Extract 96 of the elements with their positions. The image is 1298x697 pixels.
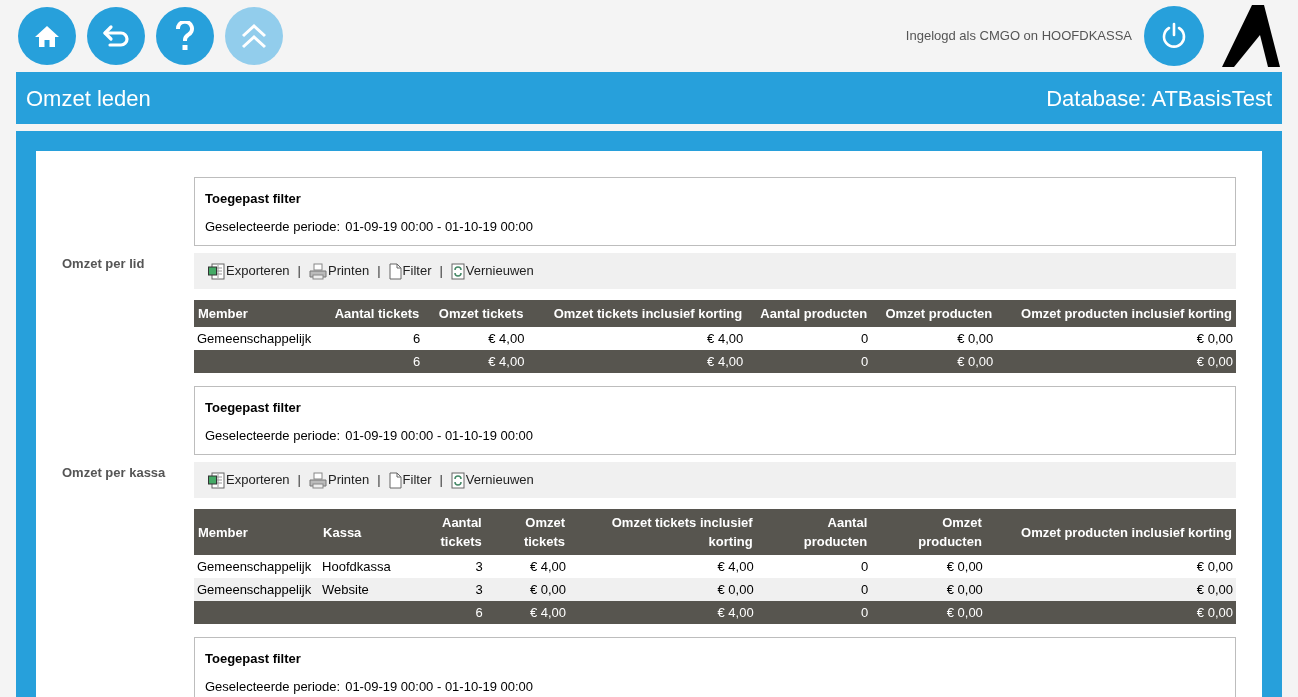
separator: | bbox=[297, 471, 301, 490]
table-cell: 0 bbox=[746, 327, 872, 350]
period-value: 01-09-19 00:00 - 01-10-19 00:00 bbox=[345, 677, 534, 696]
table-cell: 3 bbox=[423, 555, 486, 578]
section-label: Omzet per lid bbox=[62, 255, 146, 273]
table-cell: € 0,00 bbox=[871, 327, 997, 350]
column-header: Omzet tickets inclusief korting bbox=[569, 509, 757, 555]
table-cell: 0 bbox=[756, 555, 872, 578]
total-cell: 6 bbox=[329, 350, 424, 373]
total-cell: € 0,00 bbox=[996, 350, 1236, 373]
separator: | bbox=[439, 471, 443, 490]
total-cell: € 4,00 bbox=[485, 601, 570, 624]
table-cell: € 0,00 bbox=[485, 578, 570, 601]
table-cell: 6 bbox=[329, 327, 424, 350]
column-header: Omzet tickets bbox=[485, 509, 570, 555]
filter-title: Toegepast filter bbox=[205, 399, 302, 417]
table-cell: € 0,00 bbox=[985, 555, 1236, 578]
period-label: Geselecteerde periode: bbox=[205, 677, 341, 696]
login-status: Ingelogd als CMGO on HOOFDKASSA bbox=[905, 27, 1132, 46]
total-cell: € 0,00 bbox=[871, 350, 997, 373]
table-cell: Hoofdkassa bbox=[319, 555, 424, 578]
table-cell: € 0,00 bbox=[569, 578, 757, 601]
power-icon bbox=[1160, 22, 1188, 50]
toolbar-link[interactable]: Vernieuwen bbox=[450, 261, 534, 281]
table-cell: Gemeenschappelijk bbox=[194, 578, 320, 601]
toolbar-link[interactable]: Filter bbox=[388, 261, 432, 281]
column-header: Member bbox=[194, 300, 330, 327]
column-header: Aantal producten bbox=[746, 300, 872, 327]
spreadsheet-icon bbox=[208, 471, 225, 489]
page-icon bbox=[388, 262, 402, 280]
logo-icon bbox=[1222, 5, 1280, 67]
total-cell: € 4,00 bbox=[569, 601, 757, 624]
column-header: Omzet tickets bbox=[423, 300, 528, 327]
separator: | bbox=[377, 262, 381, 281]
column-header: Kassa bbox=[319, 509, 424, 555]
refresh-page-icon bbox=[450, 262, 465, 280]
column-header: Member bbox=[194, 509, 320, 555]
table-cell: Gemeenschappelijk bbox=[194, 327, 330, 350]
section-label: Omzet per kassa bbox=[62, 464, 167, 482]
page-icon bbox=[388, 471, 402, 489]
refresh-page-icon bbox=[450, 471, 465, 489]
page-title: Omzet leden bbox=[26, 84, 151, 113]
home-icon bbox=[34, 24, 60, 48]
nav-button[interactable] bbox=[156, 7, 214, 65]
period-label: Geselecteerde periode: bbox=[205, 426, 341, 445]
table-cell: € 4,00 bbox=[527, 327, 747, 350]
table-cell: € 4,00 bbox=[569, 555, 757, 578]
column-header: Omzet tickets inclusief korting bbox=[527, 300, 747, 327]
filter-title: Toegepast filter bbox=[205, 650, 302, 668]
toolbar-link[interactable]: Filter bbox=[388, 470, 432, 490]
toolbar-link[interactable]: Printen bbox=[309, 470, 370, 490]
column-header: Aantal tickets bbox=[329, 300, 424, 327]
separator: | bbox=[439, 262, 443, 281]
double-chevron-up-icon bbox=[240, 23, 268, 49]
table-cell: € 0,00 bbox=[871, 555, 986, 578]
column-header: Omzet producten bbox=[871, 300, 997, 327]
period-value: 01-09-19 00:00 - 01-10-19 00:00 bbox=[345, 426, 534, 445]
separator: | bbox=[297, 262, 301, 281]
table-cell: € 0,00 bbox=[871, 578, 986, 601]
filter-title: Toegepast filter bbox=[205, 190, 302, 208]
total-cell: 0 bbox=[756, 601, 872, 624]
nav-button[interactable] bbox=[18, 7, 76, 65]
total-cell: € 4,00 bbox=[423, 350, 528, 373]
total-cell: € 0,00 bbox=[871, 601, 986, 624]
help-icon bbox=[175, 21, 195, 51]
table-cell: 3 bbox=[423, 578, 486, 601]
spreadsheet-icon bbox=[208, 262, 225, 280]
column-header: Omzet producten inclusief korting bbox=[996, 300, 1236, 327]
table-cell: 0 bbox=[756, 578, 872, 601]
back-arrow-icon bbox=[102, 24, 130, 48]
toolbar-link[interactable]: Printen bbox=[309, 261, 370, 281]
separator: | bbox=[377, 471, 381, 490]
table-cell: € 0,00 bbox=[996, 327, 1236, 350]
toolbar-link[interactable]: Exporteren bbox=[208, 261, 290, 281]
toolbar-link[interactable]: Vernieuwen bbox=[450, 470, 534, 490]
column-header: Aantal producten bbox=[756, 509, 872, 555]
toolbar-link[interactable]: Exporteren bbox=[208, 470, 290, 490]
total-cell: € 4,00 bbox=[527, 350, 747, 373]
total-cell: 0 bbox=[746, 350, 872, 373]
power-button[interactable] bbox=[1144, 6, 1204, 66]
period-label: Geselecteerde periode: bbox=[205, 217, 341, 236]
nav-button[interactable] bbox=[87, 7, 145, 65]
table-cell: Gemeenschappelijk bbox=[194, 555, 320, 578]
table-cell: Website bbox=[319, 578, 424, 601]
printer-icon bbox=[309, 262, 327, 280]
total-cell: 6 bbox=[423, 601, 486, 624]
table-cell: € 4,00 bbox=[485, 555, 570, 578]
table-cell: € 0,00 bbox=[985, 578, 1236, 601]
period-value: 01-09-19 00:00 - 01-10-19 00:00 bbox=[345, 217, 534, 236]
printer-icon bbox=[309, 471, 327, 489]
column-header: Omzet producten inclusief korting bbox=[985, 509, 1236, 555]
column-header: Aantal tickets bbox=[423, 509, 486, 555]
column-header: Omzet producten bbox=[871, 509, 986, 555]
table-cell: € 4,00 bbox=[423, 327, 528, 350]
total-cell: € 0,00 bbox=[985, 601, 1236, 624]
database-label: Database: ATBasisTest bbox=[1046, 84, 1272, 113]
